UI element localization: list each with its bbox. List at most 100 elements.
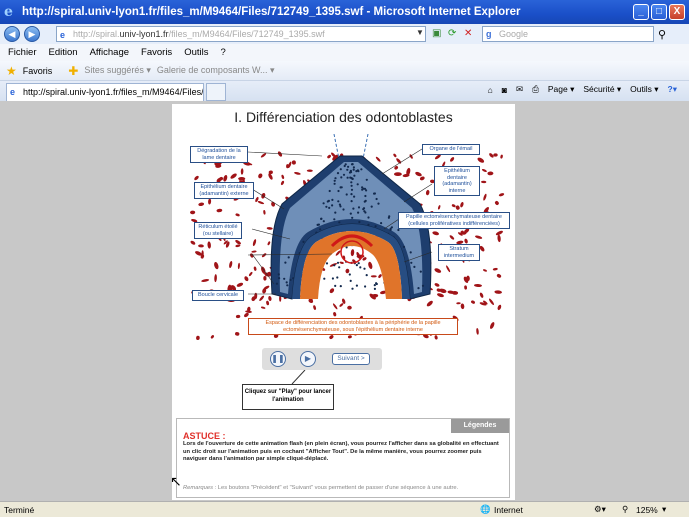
content-area: I. Différenciation des odontoblastes Dég… bbox=[0, 101, 689, 501]
refresh-icon[interactable]: ⟳ bbox=[448, 28, 456, 39]
mesenchyme-cell bbox=[434, 283, 440, 287]
forward-button[interactable]: ▶ bbox=[24, 26, 40, 42]
mesenchyme-cell bbox=[474, 283, 482, 288]
reticulum-dot bbox=[284, 261, 287, 264]
mesenchyme-cell bbox=[207, 241, 211, 249]
reticulum-dot bbox=[350, 163, 354, 166]
reticulum-dot bbox=[351, 216, 354, 219]
reticulum-dot bbox=[334, 284, 337, 287]
label-reticulum: Réticulum étoilé (ou stellaire) bbox=[194, 222, 242, 239]
address-bar[interactable]: e http://spiral.univ-lyon1.fr/files_m/M9… bbox=[56, 26, 426, 42]
next-button[interactable]: Suivant > bbox=[332, 353, 370, 365]
reticulum-dot bbox=[350, 181, 353, 184]
new-tab-button[interactable] bbox=[206, 83, 226, 101]
zoom-level[interactable]: 125% bbox=[636, 505, 658, 515]
mesenchyme-cell bbox=[493, 153, 498, 157]
mesenchyme-cell bbox=[214, 262, 219, 270]
reticulum-dot bbox=[353, 174, 356, 177]
reticulum-dot bbox=[360, 168, 363, 171]
reticulum-dot bbox=[285, 281, 288, 284]
tools-menu[interactable]: Outils ▾ bbox=[630, 84, 658, 95]
page-menu[interactable]: Page ▾ bbox=[548, 84, 574, 95]
reticulum-dot bbox=[331, 204, 334, 207]
label-degradation: Dégradation de la lame dentaire bbox=[190, 146, 248, 163]
menu-fichier[interactable]: Fichier bbox=[8, 47, 37, 58]
search-input[interactable]: g Google bbox=[482, 26, 654, 42]
reticulum-dot bbox=[278, 277, 281, 280]
mesenchyme-cell bbox=[477, 157, 485, 163]
security-menu[interactable]: Sécurité ▾ bbox=[583, 84, 621, 95]
minimize-button[interactable]: _ bbox=[633, 4, 649, 20]
mesenchyme-cell bbox=[281, 174, 285, 180]
flash-canvas[interactable]: I. Différenciation des odontoblastes Dég… bbox=[172, 104, 515, 500]
reticulum-dot bbox=[353, 195, 356, 198]
reticulum-dot bbox=[342, 208, 345, 211]
mesenchyme-cell bbox=[248, 271, 253, 277]
menu-edition[interactable]: Edition bbox=[49, 47, 78, 58]
reticulum-dot bbox=[357, 206, 361, 209]
close-button[interactable]: X bbox=[669, 4, 685, 20]
mesenchyme-cell bbox=[483, 193, 487, 201]
print-icon[interactable]: ⎙ bbox=[532, 84, 539, 95]
reticulum-dot bbox=[342, 173, 346, 176]
reticulum-dot bbox=[350, 193, 353, 196]
mesenchyme-cell bbox=[415, 171, 422, 177]
remarks-text: : Les boutons "Précédent" et "Suivant" v… bbox=[212, 485, 459, 491]
mesenchyme-cell bbox=[259, 295, 265, 301]
reticulum-dot bbox=[326, 200, 329, 203]
reticulum-dot bbox=[373, 192, 376, 195]
stop-icon[interactable]: ✕ bbox=[464, 28, 472, 39]
tab-page-icon: e bbox=[10, 87, 16, 97]
mesenchyme-cell bbox=[475, 235, 483, 239]
compat-view-icon[interactable]: ▣ bbox=[432, 28, 441, 39]
reticulum-dot bbox=[363, 267, 366, 270]
reticulum-dot bbox=[390, 226, 393, 229]
zone-globe-icon: 🌐 bbox=[480, 504, 491, 514]
mesenchyme-cell bbox=[216, 208, 223, 213]
menu-favoris[interactable]: Favoris bbox=[141, 47, 172, 58]
protected-mode-icon[interactable]: ⚙▾ bbox=[594, 504, 606, 515]
reticulum-dot bbox=[380, 222, 383, 225]
mesenchyme-cell bbox=[266, 227, 273, 230]
pause-button[interactable]: ❚❚ bbox=[270, 351, 286, 367]
tab-current[interactable]: e http://spiral.univ-lyon1.fr/files_m/M9… bbox=[6, 83, 204, 101]
mesenchyme-cell bbox=[238, 176, 246, 181]
label-dental-papilla: Papille ectomésenchymateuse dentaire (ce… bbox=[398, 212, 510, 229]
mesenchyme-cell bbox=[194, 175, 199, 181]
maximize-button[interactable]: □ bbox=[651, 4, 667, 20]
menu-affichage[interactable]: Affichage bbox=[90, 47, 129, 58]
search-icon[interactable]: ⚲ bbox=[658, 28, 666, 41]
mail-icon[interactable]: ✉ bbox=[516, 84, 523, 95]
favorites-button[interactable]: Favoris bbox=[23, 66, 53, 76]
mesenchyme-cell bbox=[333, 312, 337, 317]
add-favorite-icon[interactable]: ✚ bbox=[68, 64, 78, 78]
reticulum-dot bbox=[331, 277, 334, 280]
favorites-star-icon: ★ bbox=[6, 63, 17, 78]
home-icon[interactable]: ⌂ bbox=[488, 85, 493, 95]
address-dropdown-icon[interactable]: ▼ bbox=[416, 28, 424, 37]
status-text: Terminé bbox=[4, 504, 35, 515]
play-button[interactable]: ▶ bbox=[300, 351, 316, 367]
suggested-sites-link[interactable]: Sites suggérés ▾ bbox=[84, 65, 151, 76]
mesenchyme-cell bbox=[235, 332, 240, 336]
play-callout: Cliquez sur "Play" pour lancer l'animati… bbox=[242, 384, 334, 410]
mesenchyme-cell bbox=[190, 210, 196, 215]
feeds-icon[interactable]: ◙ bbox=[502, 85, 507, 95]
reticulum-dot bbox=[349, 212, 352, 215]
zoom-dropdown-icon[interactable]: ▾ bbox=[662, 504, 666, 515]
legends-tab[interactable]: Légendes bbox=[451, 419, 509, 433]
mesenchyme-cell bbox=[236, 282, 244, 287]
back-button[interactable]: ◀ bbox=[4, 26, 20, 42]
menu-help[interactable]: ? bbox=[220, 47, 225, 58]
mesenchyme-cell bbox=[266, 300, 270, 306]
mesenchyme-cell bbox=[492, 267, 498, 271]
mesenchyme-cell bbox=[280, 180, 285, 186]
window-controls: _ □ X bbox=[633, 4, 685, 20]
reticulum-dot bbox=[352, 166, 355, 169]
web-slice-gallery-link[interactable]: Galerie de composants W... ▾ bbox=[157, 65, 275, 76]
reticulum-dot bbox=[302, 240, 305, 243]
menu-outils[interactable]: Outils bbox=[184, 47, 208, 58]
mesenchyme-cell bbox=[394, 172, 402, 176]
reticulum-dot bbox=[346, 176, 349, 179]
help-icon[interactable]: ?▾ bbox=[668, 84, 677, 95]
